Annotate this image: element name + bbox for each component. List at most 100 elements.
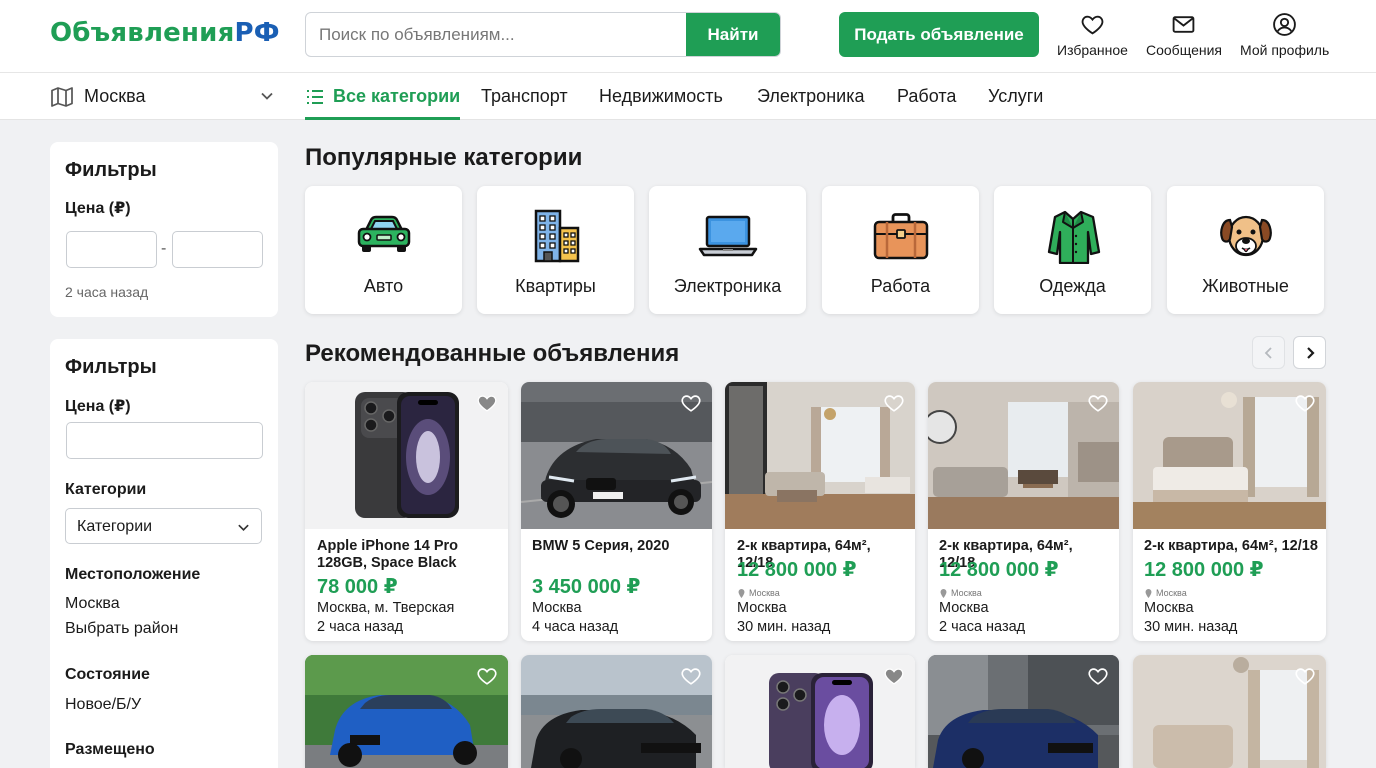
category-card-clothing[interactable]: Одежда [994,186,1151,314]
heart-icon [1081,15,1104,35]
carousel-next-button[interactable] [1293,336,1326,369]
favorite-heart-icon[interactable] [1087,665,1109,687]
car-icon [357,215,410,252]
filters-title: Фильтры [65,159,157,181]
category-nav: Москва Все категории Транспорт Недвижимо… [0,73,1376,120]
listing-title: Apple iPhone 14 Pro 128GB, Space Black [317,538,458,571]
category-name: Авто [363,276,404,296]
filters-panel-compact: Фильтры Цена (₽) - 2 часа назад [50,142,278,317]
listing-card[interactable] [1133,655,1326,768]
listing-card[interactable]: 2-к квартира, 64м², 12/18 12 800 000 ₽ М… [1133,382,1326,641]
listing-price: 12 800 000 ₽ [737,559,857,581]
favorite-heart-icon[interactable] [1087,392,1109,414]
listing-price: 3 450 000 ₽ [532,576,641,598]
messages-button[interactable]: Сообщения [1146,12,1222,58]
site-logo[interactable]: ОбъявленияРФ [50,18,280,48]
listing-location: Москва [1144,600,1194,616]
price-to-input[interactable] [172,231,263,268]
building-icon [534,209,579,263]
favorite-heart-icon[interactable] [1294,392,1316,414]
tab-transport[interactable]: Транспорт [481,73,568,120]
price-input[interactable] [66,422,263,459]
recommended-title: Рекомендованные объявления [305,340,680,367]
logo-text-rf: РФ [234,18,280,48]
listing-location: Москва [532,600,582,616]
city-selector[interactable]: Москва [50,73,278,120]
chevron-down-icon [238,524,249,532]
chevron-down-icon [261,92,273,100]
price-label: Цена (₽) [65,398,131,415]
listing-card[interactable] [928,655,1119,768]
tab-real-estate[interactable]: Недвижимость [599,73,723,120]
category-card-animals[interactable]: Животные [1167,186,1324,314]
listing-price: 12 800 000 ₽ [1144,559,1264,581]
location-pin-icon [1145,588,1152,598]
categories-select-value: Категории [77,518,153,535]
listing-time: 30 мин. назад [737,619,831,635]
category-name: Квартиры [515,276,596,296]
favorites-label: Избранное [1057,42,1128,58]
category-card-jobs[interactable]: Работа [822,186,979,314]
search-button[interactable]: Найти [686,13,780,56]
list-icon [307,89,323,104]
profile-label: Мой профиль [1240,42,1330,58]
category-card-electronics[interactable]: Электроника [649,186,806,314]
carousel-prev-button[interactable] [1252,336,1285,369]
location-pin-icon [738,588,745,598]
category-name: Электроника [673,276,782,296]
listing-location-small: Москва [737,588,780,598]
favorite-heart-icon[interactable] [680,392,702,414]
favorites-button[interactable]: Избранное [1057,12,1128,58]
laptop-icon [698,215,757,257]
favorite-heart-icon[interactable] [476,665,498,687]
city-name: Москва [84,86,146,106]
favorite-heart-icon[interactable] [883,392,905,414]
category-name: Животные [1202,276,1289,296]
listing-card[interactable]: 2-к квартира, 64м², 12/18 12 800 000 ₽ М… [928,382,1119,641]
listing-card[interactable] [305,655,508,768]
listing-title: BMW 5 Серия, 2020 [532,538,670,554]
listing-title: 2-к квартира, 64м², 12/18 [1144,538,1318,554]
favorite-heart-icon[interactable] [680,665,702,687]
profile-button[interactable]: Мой профиль [1240,12,1329,58]
chevron-right-icon [1306,346,1315,359]
tab-services[interactable]: Услуги [988,73,1043,120]
envelope-icon [1173,16,1195,33]
messages-label: Сообщения [1146,42,1222,58]
listing-card[interactable]: BMW 5 Серия, 2020 3 450 000 ₽ Москва 4 ч… [521,382,712,641]
choose-district-link[interactable]: Выбрать район [65,620,178,638]
search-input[interactable] [306,13,688,56]
tab-jobs[interactable]: Работа [897,73,956,120]
listing-location: Москва [737,600,787,616]
jacket-icon [1047,210,1100,264]
tab-electronics[interactable]: Электроника [757,73,864,120]
listing-price: 12 800 000 ₽ [939,559,1059,581]
listing-card[interactable]: 2-к квартира, 64м², 12/18 12 800 000 ₽ М… [725,382,915,641]
header: ОбъявленияРФ Найти Подать объявление Изб… [0,0,1376,73]
listing-location-small: Москва [1144,588,1187,598]
favorite-heart-icon[interactable] [1294,665,1316,687]
favorite-heart-icon[interactable] [883,665,905,687]
listing-card[interactable] [725,655,915,768]
listing-time: 4 часа назад [532,619,619,635]
location-label: Местоположение [65,566,201,583]
tab-all-categories[interactable]: Все категории [305,73,461,120]
location-value[interactable]: Москва [65,595,120,613]
categories-select[interactable]: Категории [65,508,262,544]
listing-card[interactable]: Apple iPhone 14 Pro 128GB, Space Black 7… [305,382,508,641]
listing-time: 2 часа назад [317,619,404,635]
category-card-auto[interactable]: Авто [305,186,462,314]
logo-text-main: Объявления [50,18,235,48]
listing-time: 30 мин. назад [1144,619,1238,635]
listing-time: 2 часа назад [939,619,1026,635]
post-ad-button[interactable]: Подать объявление [839,12,1039,57]
favorite-heart-icon[interactable] [476,392,498,414]
category-card-apartments[interactable]: Квартиры [477,186,634,314]
price-from-input[interactable] [66,231,157,268]
price-separator: - [161,240,167,257]
listing-location: Москва, м. Тверская [317,600,455,616]
listing-location-small: Москва [939,588,982,598]
condition-label: Состояние [65,666,150,683]
condition-value[interactable]: Новое/Б/У [65,696,141,714]
listing-card[interactable] [521,655,712,768]
